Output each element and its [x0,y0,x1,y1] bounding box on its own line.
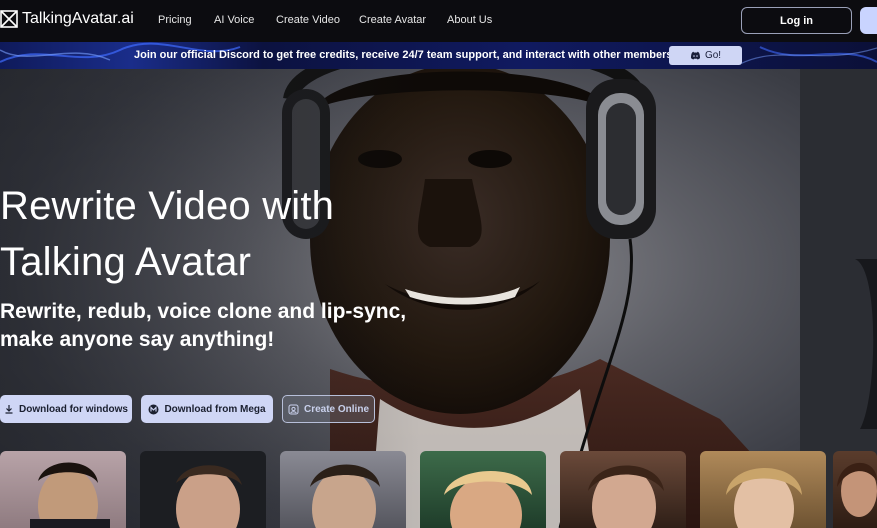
avatar-thumbnail-7-image [837,462,877,517]
discord-go-button[interactable]: Go! [669,46,742,65]
avatar-thumbnail-3-image [310,464,380,528]
nav-link-about-us[interactable]: About Us [447,14,492,26]
top-nav: TalkingAvatar.ai Pricing AI Voice Create… [0,0,877,42]
hero-headline: Rewrite Video with Talking Avatar [0,178,334,290]
hero-headline-line1: Rewrite Video with [0,184,335,228]
avatar-thumbnail-4-image [444,470,532,528]
nav-link-create-video[interactable]: Create Video [276,14,340,26]
hero-headline-line2: Talking Avatar [0,240,252,284]
go-label: Go! [704,50,722,61]
discord-banner: Join our official Discord to get free cr… [0,42,877,69]
download-windows-label: Download for windows [19,403,128,415]
avatar-thumbnail-1-image [30,462,110,528]
avatar-thumbnail-6[interactable] [700,451,826,528]
avatar-thumbnail-3[interactable] [280,451,406,528]
discord-icon [690,51,700,60]
nav-link-pricing[interactable]: Pricing [158,14,192,26]
brand-name: TalkingAvatar.ai [22,10,134,27]
avatar-thumbnail-4[interactable] [420,451,546,528]
login-button[interactable]: Log in [741,7,852,34]
banner-text: Join our official Discord to get free cr… [134,49,677,61]
avatar-thumbnail-7[interactable] [833,451,877,528]
avatar-thumbnail-2-image [176,465,242,528]
avatar-thumbnail-2[interactable] [140,451,266,528]
hero-subhead-line2: make anyone say anything! [0,328,275,351]
avatar-thumbnail-1[interactable] [0,451,126,528]
brand-logo[interactable]: TalkingAvatar.ai [0,10,134,28]
mega-icon [148,404,159,414]
download-windows-button[interactable]: Download for windows [0,395,132,423]
download-mega-button[interactable]: Download from Mega [141,395,273,423]
logo-icon [0,10,18,28]
download-icon [5,405,13,414]
nav-link-ai-voice[interactable]: AI Voice [214,14,254,26]
nav-link-create-avatar[interactable]: Create Avatar [359,14,426,26]
create-online-button[interactable]: Create Online [282,395,375,423]
hero-subhead: Rewrite, redub, voice clone and lip-sync… [0,298,406,354]
avatar-thumbnail-5-image [588,465,664,528]
create-online-label: Create Online [303,403,370,415]
avatar-thumbnail-5[interactable] [560,451,686,528]
hero-section: Rewrite Video with Talking Avatar Rewrit… [0,69,877,528]
signup-button[interactable] [860,7,877,34]
hero-subhead-line1: Rewrite, redub, voice clone and lip-sync… [0,300,407,323]
create-online-icon [288,404,299,414]
download-mega-label: Download from Mega [164,403,266,415]
avatar-thumbnail-6-image [726,468,802,528]
